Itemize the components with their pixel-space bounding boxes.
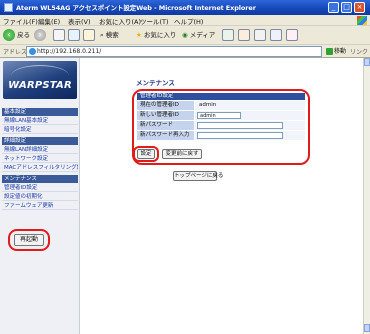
scroll-up-icon[interactable] xyxy=(364,58,370,66)
messenger-icon[interactable] xyxy=(286,29,298,41)
stop-icon[interactable] xyxy=(53,29,65,41)
sidebar-section-maintenance: メンテナンス xyxy=(2,175,78,183)
media-icon: ◉ xyxy=(182,31,188,39)
reboot-highlight-ring xyxy=(8,229,50,251)
back-arrow-icon: ‹ xyxy=(3,29,15,41)
scroll-down-icon[interactable] xyxy=(364,324,370,332)
sidebar-item-wireless-basic[interactable]: 無線LAN基本設定 xyxy=(2,117,78,125)
page-content: WARPSTAR 基本設定 無線LAN基本設定 暗号化設定 詳細設定 無線LAN… xyxy=(0,58,363,334)
menu-edit[interactable]: 編集(E) xyxy=(38,16,60,26)
forward-arrow-icon: › xyxy=(34,29,46,41)
back-to-top-button[interactable]: トップページに戻る xyxy=(173,171,223,181)
set-button-highlight-ring xyxy=(133,146,159,162)
go-button[interactable]: 移動 xyxy=(326,46,348,57)
sidebar-item-admin-id[interactable]: 管理者ID設定 xyxy=(2,184,78,192)
forward-button[interactable]: › xyxy=(34,28,46,42)
vertical-scrollbar[interactable] xyxy=(363,58,370,334)
menu-favorites[interactable]: お気に入り(A) xyxy=(99,16,141,26)
window-title-bar[interactable]: Aterm WL54AG アクセスポイント設定Web - Microsoft I… xyxy=(0,0,370,15)
sidebar-item-network[interactable]: ネットワーク設定 xyxy=(2,155,78,163)
page-title: メンテナンス xyxy=(136,79,175,87)
sidebar: WARPSTAR 基本設定 無線LAN基本設定 暗号化設定 詳細設定 無線LAN… xyxy=(0,58,80,334)
mail-icon[interactable] xyxy=(238,29,250,41)
sidebar-item-wireless-advanced[interactable]: 無線LAN詳細設定 xyxy=(2,146,78,154)
minimize-button[interactable]: _ xyxy=(328,2,339,13)
address-input[interactable]: http://192.168.0.211/ xyxy=(26,46,322,57)
refresh-icon[interactable] xyxy=(68,29,80,41)
sidebar-item-encryption[interactable]: 暗号化設定 xyxy=(2,126,78,134)
search-button[interactable]: ⌕ 検索 xyxy=(100,28,119,42)
edit-icon[interactable] xyxy=(270,29,282,41)
history-icon[interactable] xyxy=(222,29,234,41)
menu-view[interactable]: 表示(V) xyxy=(68,16,91,26)
menu-file[interactable]: ファイル(F) xyxy=(3,16,38,26)
favorites-button[interactable]: ★ お気に入り xyxy=(136,28,176,42)
window-title: Aterm WL54AG アクセスポイント設定Web - Microsoft I… xyxy=(16,4,256,12)
windows-logo-icon xyxy=(357,16,367,25)
media-button[interactable]: ◉ メディア xyxy=(182,28,215,42)
sidebar-item-mac-filter[interactable]: MACアドレスフィルタリング設定 xyxy=(2,164,78,172)
back-button[interactable]: ‹ 戻る xyxy=(3,28,30,42)
close-button[interactable]: × xyxy=(354,2,365,13)
home-icon[interactable] xyxy=(83,29,95,41)
star-icon: ★ xyxy=(136,31,142,39)
menu-bar: ファイル(F) 編集(E) 表示(V) お気に入り(A) ツール(T) ヘルプ(… xyxy=(0,15,370,26)
ie-window-icon xyxy=(4,3,13,12)
warpstar-logo: WARPSTAR xyxy=(3,61,77,99)
logo-text: WARPSTAR xyxy=(8,80,72,91)
menu-help[interactable]: ヘルプ(H) xyxy=(174,16,203,26)
sidebar-item-factory-reset[interactable]: 設定値の初期化 xyxy=(2,193,78,201)
search-icon: ⌕ xyxy=(100,31,104,39)
sidebar-section-basic: 基本設定 xyxy=(2,108,78,116)
maximize-button[interactable]: □ xyxy=(341,2,352,13)
menu-tools[interactable]: ツール(T) xyxy=(140,16,169,26)
sidebar-section-advanced: 詳細設定 xyxy=(2,137,78,145)
browser-toolbar: ‹ 戻る › ⌕ 検索 ★ お気に入り ◉ メディア xyxy=(0,26,370,45)
reset-button[interactable]: 変更前に戻す xyxy=(162,149,202,159)
print-icon[interactable] xyxy=(254,29,266,41)
page-icon xyxy=(29,48,36,55)
sidebar-item-firmware-update[interactable]: ファームウェア更新 xyxy=(2,202,78,210)
address-bar: アドレス(D) http://192.168.0.211/ 移動 リンク » xyxy=(0,45,370,63)
